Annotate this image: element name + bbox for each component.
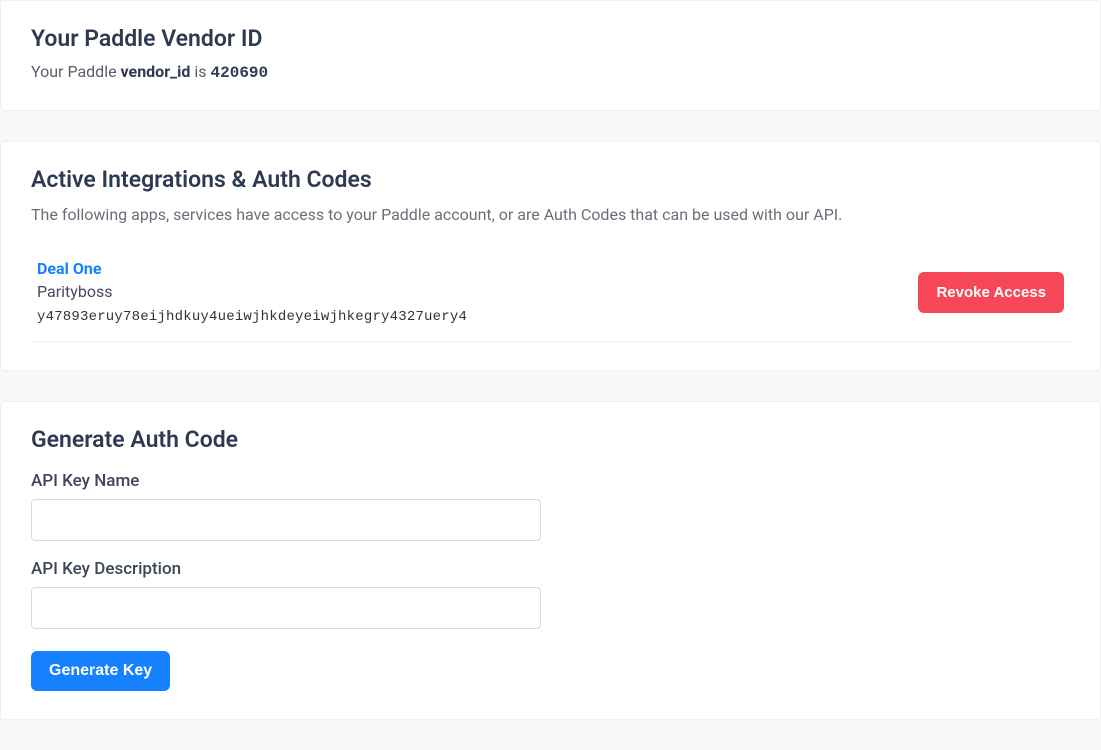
generate-auth-title: Generate Auth Code	[31, 426, 1070, 453]
integrations-subtitle: The following apps, services have access…	[31, 203, 1070, 227]
generate-auth-card: Generate Auth Code API Key Name API Key …	[0, 401, 1101, 720]
integration-auth-code: y47893eruy78eijhdkuy4ueiwjhkdeyeiwjhkegr…	[37, 309, 918, 325]
vendor-id-card: Your Paddle Vendor ID Your Paddle vendor…	[0, 0, 1101, 111]
api-key-desc-label: API Key Description	[31, 559, 1070, 579]
revoke-access-button[interactable]: Revoke Access	[918, 272, 1064, 313]
integrations-card: Active Integrations & Auth Codes The fol…	[0, 141, 1101, 371]
integrations-title: Active Integrations & Auth Codes	[31, 166, 1070, 193]
api-key-desc-group: API Key Description	[31, 559, 1070, 629]
vendor-line-prefix: Your Paddle	[31, 62, 121, 81]
integration-name-link[interactable]: Deal One	[37, 259, 918, 278]
integration-row: Deal One Parityboss y47893eruy78eijhdkuy…	[31, 249, 1070, 342]
vendor-id-line: Your Paddle vendor_id is 420690	[31, 62, 1070, 82]
api-key-name-label: API Key Name	[31, 471, 1070, 491]
integration-details: Deal One Parityboss y47893eruy78eijhdkuy…	[37, 259, 918, 325]
vendor-id-title: Your Paddle Vendor ID	[31, 25, 1070, 52]
integrations-list: Deal One Parityboss y47893eruy78eijhdkuy…	[31, 249, 1070, 342]
api-key-desc-input[interactable]	[31, 587, 541, 629]
generate-key-button[interactable]: Generate Key	[31, 651, 170, 691]
vendor-id-value: 420690	[211, 64, 269, 82]
api-key-name-group: API Key Name	[31, 471, 1070, 541]
vendor-line-strong: vendor_id	[121, 62, 191, 81]
integration-subname: Parityboss	[37, 282, 918, 301]
api-key-name-input[interactable]	[31, 499, 541, 541]
vendor-line-mid: is	[190, 62, 210, 81]
